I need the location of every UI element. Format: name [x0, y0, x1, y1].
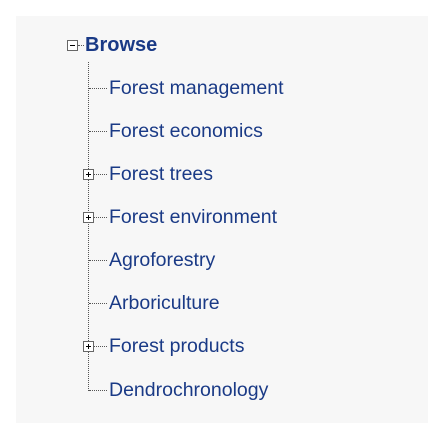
expand-toggle-icon[interactable]	[83, 212, 94, 223]
expand-toggle-icon[interactable]	[83, 341, 94, 352]
tree-item-dendrochronology[interactable]: Dendrochronology	[109, 375, 268, 405]
tree-connector	[89, 303, 107, 304]
tree-connector	[89, 390, 107, 391]
tree-panel: Browse Forest management Forest economic…	[16, 16, 428, 423]
tree-connector	[78, 45, 84, 46]
tree-item-agroforestry[interactable]: Agroforestry	[109, 245, 215, 275]
tree-connector	[89, 260, 107, 261]
browse-tree: Browse Forest management Forest economic…	[16, 16, 428, 423]
tree-item-forest-management[interactable]: Forest management	[109, 73, 284, 103]
tree-connector	[94, 346, 107, 347]
expand-toggle-icon[interactable]	[83, 169, 94, 180]
tree-item-forest-economics[interactable]: Forest economics	[109, 116, 263, 146]
collapse-toggle-icon[interactable]	[67, 40, 78, 51]
tree-item-forest-products[interactable]: Forest products	[109, 331, 244, 361]
tree-item-forest-trees[interactable]: Forest trees	[109, 159, 213, 189]
tree-connector	[89, 131, 107, 132]
tree-item-arboriculture[interactable]: Arboriculture	[109, 288, 220, 318]
tree-connector	[89, 88, 107, 89]
tree-root-browse[interactable]: Browse	[85, 30, 157, 60]
tree-item-forest-environment[interactable]: Forest environment	[109, 202, 277, 232]
tree-connector	[94, 174, 107, 175]
tree-connector	[94, 217, 107, 218]
